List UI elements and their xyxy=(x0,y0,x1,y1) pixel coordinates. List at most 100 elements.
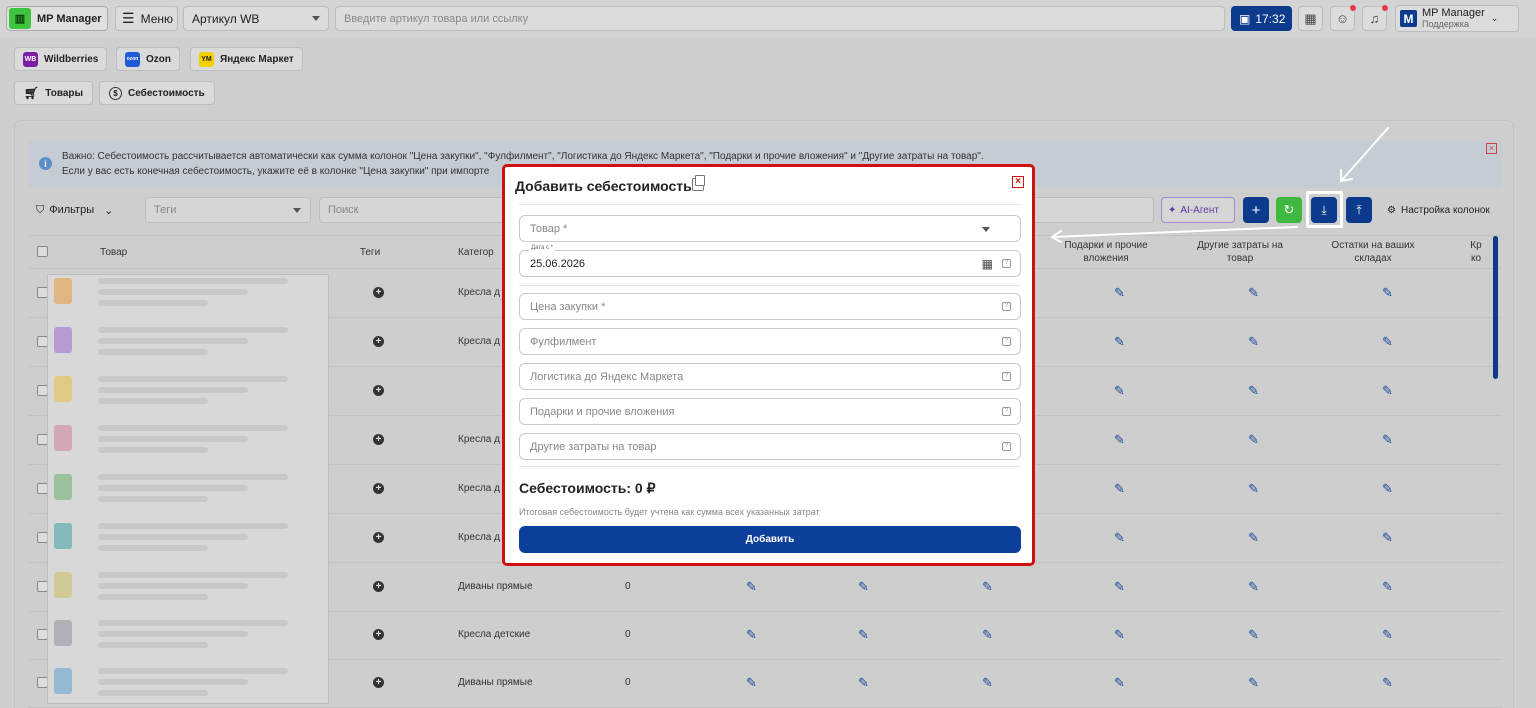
tags-select[interactable]: Теги xyxy=(145,197,311,223)
fulfillment-placeholder: Фулфилмент xyxy=(530,335,597,348)
edit-pencil-icon[interactable]: ✎ xyxy=(1382,286,1393,299)
account-menu[interactable]: M MP Manager Поддержка ⌄ xyxy=(1395,5,1519,32)
edit-pencil-icon[interactable]: ✎ xyxy=(1382,628,1393,641)
gifts-input[interactable]: Подарки и прочие вложения ? xyxy=(519,398,1021,425)
close-modal-icon[interactable]: × xyxy=(1012,176,1024,188)
marketplace-yandex[interactable]: YM Яндекс Маркет xyxy=(190,47,303,71)
add-tag-icon[interactable]: + xyxy=(373,629,384,640)
calendar-icon[interactable]: ▦ xyxy=(982,257,993,271)
column-header-product[interactable]: Товар xyxy=(100,236,140,268)
edit-pencil-icon[interactable]: ✎ xyxy=(982,580,993,593)
edit-pencil-icon[interactable]: ✎ xyxy=(858,628,869,641)
edit-pencil-icon[interactable]: ✎ xyxy=(746,580,757,593)
copy-icon[interactable] xyxy=(692,175,705,191)
video-time-button[interactable]: ▣ 17:32 xyxy=(1231,6,1292,31)
blurred-text xyxy=(98,447,208,453)
column-header-tags[interactable]: Теги xyxy=(350,236,390,268)
add-tag-icon[interactable]: + xyxy=(373,532,384,543)
edit-pencil-icon[interactable]: ✎ xyxy=(1382,676,1393,689)
article-type-select[interactable]: Артикул WB xyxy=(183,6,329,31)
calendar-icon: ▦ xyxy=(1304,10,1317,26)
edit-pencil-icon[interactable]: ✎ xyxy=(1248,628,1259,641)
edit-pencil-icon[interactable]: ✎ xyxy=(1382,580,1393,593)
edit-pencil-icon[interactable]: ✎ xyxy=(1248,433,1259,446)
add-row-button[interactable]: + xyxy=(1243,197,1269,223)
edit-pencil-icon[interactable]: ✎ xyxy=(1248,531,1259,544)
column-settings-button[interactable]: ⚙ Настройка колонок xyxy=(1381,197,1501,223)
chevron-down-icon: ⌄ xyxy=(1490,13,1499,23)
table-scrollbar[interactable] xyxy=(1493,236,1498,379)
close-notice-icon[interactable]: × xyxy=(1486,143,1497,154)
blurred-text xyxy=(98,376,288,382)
column-header-gifts[interactable]: Подарки и прочие вложения xyxy=(1058,236,1154,268)
edit-pencil-icon[interactable]: ✎ xyxy=(1382,531,1393,544)
filters-button[interactable]: ⛉ Фильтры ⌄ xyxy=(28,197,136,223)
edit-pencil-icon[interactable]: ✎ xyxy=(1248,580,1259,593)
edit-pencil-icon[interactable]: ✎ xyxy=(1114,628,1125,641)
tab-products[interactable]: 🛒︎ Товары xyxy=(14,81,94,105)
chevron-down-icon: ⌄ xyxy=(104,204,114,217)
add-tag-icon[interactable]: + xyxy=(373,581,384,592)
modal-title: Добавить себестоимость xyxy=(515,178,692,194)
blurred-text xyxy=(98,474,288,480)
edit-pencil-icon[interactable]: ✎ xyxy=(1248,482,1259,495)
add-tag-icon[interactable]: + xyxy=(373,385,384,396)
add-tag-icon[interactable]: + xyxy=(373,336,384,347)
app-logo[interactable]: ▥ MP Manager xyxy=(6,6,108,31)
edit-pencil-icon[interactable]: ✎ xyxy=(1382,384,1393,397)
logistics-input[interactable]: Логистика до Яндекс Маркета ? xyxy=(519,363,1021,390)
account-sub: Поддержка xyxy=(1422,19,1469,29)
feedback-button[interactable]: ☺ xyxy=(1330,5,1356,31)
date-field[interactable]: 25.06.2026 ▦ ? xyxy=(519,250,1021,277)
edit-pencil-icon[interactable]: ✎ xyxy=(1114,433,1125,446)
edit-pencil-icon[interactable]: ✎ xyxy=(982,628,993,641)
column-header-stock[interactable]: Остатки на ваших складах xyxy=(1326,236,1420,268)
column-settings-label: Настройка колонок xyxy=(1400,204,1490,216)
tab-label: Себестоимость xyxy=(128,87,205,99)
column-header-other-costs[interactable]: Другие затраты на товар xyxy=(1196,236,1284,268)
edit-pencil-icon[interactable]: ✎ xyxy=(1114,676,1125,689)
purchase-price-input[interactable]: Цена закупки * ? xyxy=(519,293,1021,320)
edit-pencil-icon[interactable]: ✎ xyxy=(1114,482,1125,495)
notifications-button[interactable]: ♫ xyxy=(1362,5,1388,31)
add-tag-icon[interactable]: + xyxy=(373,434,384,445)
edit-pencil-icon[interactable]: ✎ xyxy=(1248,384,1259,397)
edit-pencil-icon[interactable]: ✎ xyxy=(1114,335,1125,348)
upload-button[interactable]: ⤒ xyxy=(1346,197,1372,223)
edit-pencil-icon[interactable]: ✎ xyxy=(858,580,869,593)
column-header-category[interactable]: Категор xyxy=(458,236,508,268)
edit-pencil-icon[interactable]: ✎ xyxy=(858,676,869,689)
add-tag-icon[interactable]: + xyxy=(373,677,384,688)
tab-cost[interactable]: $ Себестоимость xyxy=(99,81,215,105)
edit-pencil-icon[interactable]: ✎ xyxy=(746,628,757,641)
column-header-last[interactable]: Кр ко xyxy=(1466,236,1486,268)
article-search-input[interactable]: Введите артикул товара или ссылку xyxy=(335,6,1225,31)
edit-pencil-icon[interactable]: ✎ xyxy=(746,676,757,689)
add-tag-icon[interactable]: + xyxy=(373,287,384,298)
edit-pencil-icon[interactable]: ✎ xyxy=(1248,676,1259,689)
menu-button[interactable]: ☰ Меню xyxy=(115,6,178,31)
edit-pencil-icon[interactable]: ✎ xyxy=(1248,286,1259,299)
fulfillment-input[interactable]: Фулфилмент ? xyxy=(519,328,1021,355)
calendar-button[interactable]: ▦ xyxy=(1298,6,1323,31)
other-costs-input[interactable]: Другие затраты на товар ? xyxy=(519,433,1021,460)
select-all-checkbox[interactable] xyxy=(37,246,48,257)
edit-pencil-icon[interactable]: ✎ xyxy=(1248,335,1259,348)
edit-pencil-icon[interactable]: ✎ xyxy=(1382,433,1393,446)
edit-pencil-icon[interactable]: ✎ xyxy=(1382,335,1393,348)
product-select[interactable]: Товар * xyxy=(519,215,1021,242)
edit-pencil-icon[interactable]: ✎ xyxy=(1114,531,1125,544)
add-cost-button[interactable]: Добавить xyxy=(519,526,1021,553)
marketplace-ozon[interactable]: ozon Ozon xyxy=(116,47,180,71)
add-tag-icon[interactable]: + xyxy=(373,483,384,494)
edit-pencil-icon[interactable]: ✎ xyxy=(1114,580,1125,593)
edit-pencil-icon[interactable]: ✎ xyxy=(1114,384,1125,397)
marketplace-wildberries[interactable]: WB Wildberries xyxy=(14,47,108,71)
refresh-button[interactable]: ↻ xyxy=(1276,197,1302,223)
edit-pencil-icon[interactable]: ✎ xyxy=(1382,482,1393,495)
menu-label: Меню xyxy=(140,11,173,26)
edit-pencil-icon[interactable]: ✎ xyxy=(1114,286,1125,299)
edit-pencil-icon[interactable]: ✎ xyxy=(982,676,993,689)
ai-agent-button[interactable]: ✦ AI-Агент xyxy=(1161,197,1235,223)
purchase-price-placeholder: Цена закупки * xyxy=(530,300,606,313)
